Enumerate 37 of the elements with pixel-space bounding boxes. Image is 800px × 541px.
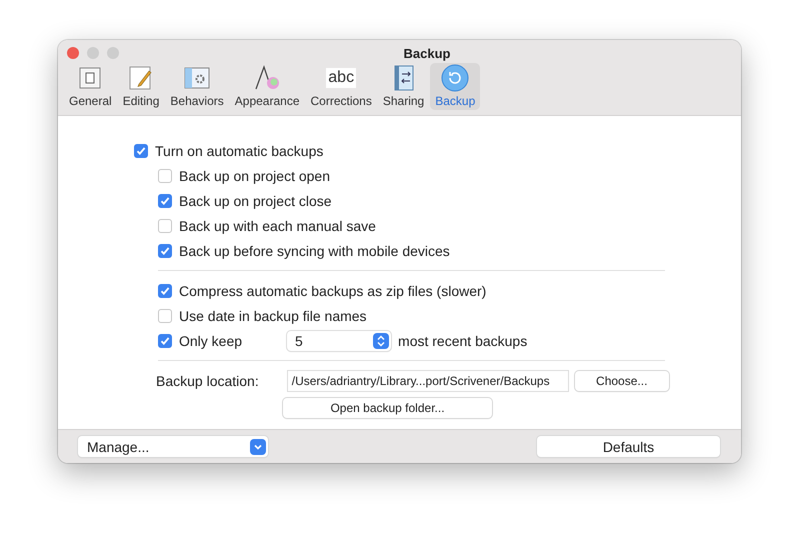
path-field[interactable]: /Users/adriantry/Library...port/Scrivener/Backups <box>288 370 568 390</box>
checkbox-label: Compress automatic backups as zip files (slower) <box>179 282 486 298</box>
toolbar-tab[interactable]: Sharing <box>378 63 430 110</box>
checkbox-label: Back up with each manual save <box>179 218 376 234</box>
checkbox[interactable] <box>134 144 148 158</box>
window-title: Backup <box>402 46 452 61</box>
number-stepper[interactable]: 5 <box>287 330 392 350</box>
checkbox-label: Back up on project close <box>179 192 332 208</box>
defaults-button[interactable]: Defaults <box>537 436 720 457</box>
checkbox[interactable] <box>158 284 172 298</box>
suffix-label: most recent backups <box>398 332 528 348</box>
toolbar-tab[interactable]: Behaviors <box>165 63 229 110</box>
location-label: Backup location: <box>156 372 259 388</box>
choose-button[interactable]: Choose... <box>574 370 669 390</box>
stepper-arrows-icon[interactable] <box>373 332 390 348</box>
checkbox-label: Only keep <box>179 332 242 348</box>
toolbar-tab[interactable]: Appearance <box>230 63 304 110</box>
checkbox-label: Turn on automatic backups <box>155 142 324 158</box>
checkbox[interactable] <box>158 194 172 208</box>
checkbox[interactable] <box>158 334 172 348</box>
toolbar-tab[interactable]: abc Corrections <box>306 63 377 110</box>
checkbox-label: Back up before syncing with mobile devices <box>179 242 450 258</box>
checkbox[interactable] <box>158 244 172 258</box>
open-folder-button[interactable]: Open backup folder... <box>283 398 492 418</box>
checkbox[interactable] <box>158 308 172 322</box>
toolbar-tab[interactable]: General <box>64 63 117 110</box>
checkbox[interactable] <box>158 168 172 182</box>
chevron-down-icon <box>250 438 266 454</box>
close-icon[interactable] <box>67 47 79 59</box>
toolbar-tab[interactable]: Editing <box>118 63 164 110</box>
manage-popup[interactable]: Manage... <box>78 436 268 457</box>
checkbox-label: Use date in backup file names <box>179 308 367 324</box>
checkbox[interactable] <box>158 218 172 232</box>
checkbox-label: Back up on project open <box>179 168 330 184</box>
abc-icon: abc <box>326 68 356 88</box>
letter-color-icon <box>253 64 282 92</box>
backup-icon <box>441 64 470 92</box>
